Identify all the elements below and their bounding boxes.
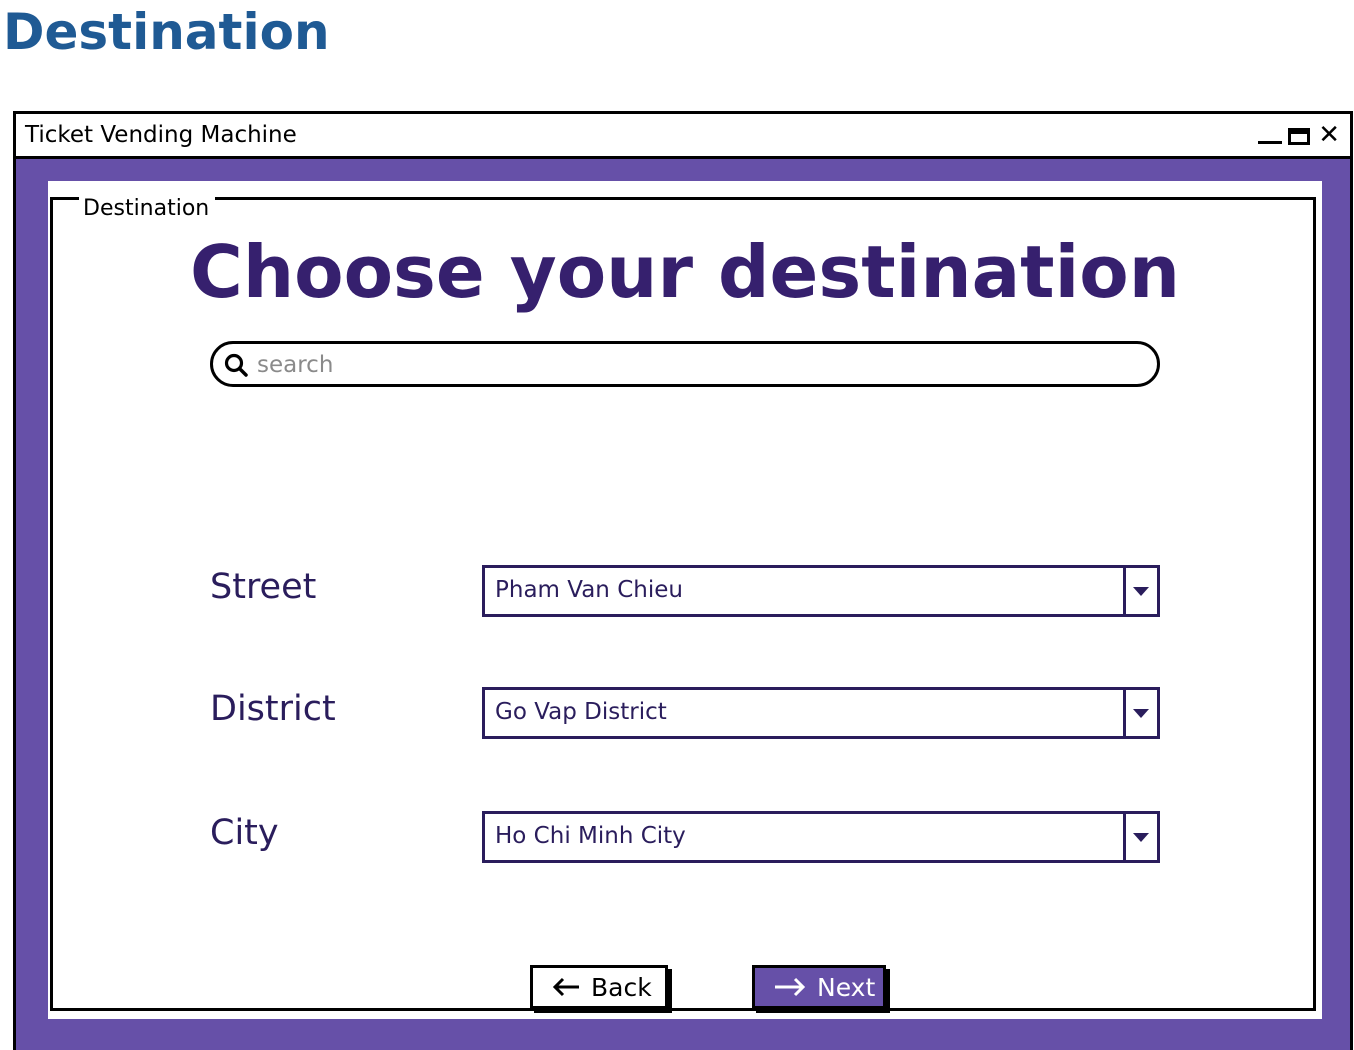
maximize-icon[interactable] (1288, 127, 1311, 145)
arrow-left-icon (552, 977, 579, 997)
next-button[interactable]: Next (752, 965, 886, 1009)
chevron-down-icon[interactable] (1123, 690, 1157, 736)
chevron-down-icon[interactable] (1123, 568, 1157, 614)
destination-panel: Destination Choose your destination Stre… (48, 181, 1322, 1019)
city-select-value: Ho Chi Minh City (495, 823, 686, 849)
district-select[interactable]: Go Vap District (482, 687, 1160, 739)
search-icon (224, 353, 248, 377)
minimize-icon[interactable] (1258, 124, 1283, 146)
city-label: City (210, 813, 279, 853)
arrow-right-icon (775, 977, 806, 997)
chevron-down-icon[interactable] (1123, 814, 1157, 860)
search-input[interactable] (255, 347, 1139, 383)
street-select[interactable]: Pham Van Chieu (482, 565, 1160, 617)
city-select[interactable]: Ho Chi Minh City (482, 811, 1160, 863)
app-window: Ticket Vending Machine ✕ Destination Cho… (13, 111, 1353, 1050)
street-label: Street (210, 567, 317, 607)
close-icon[interactable]: ✕ (1318, 122, 1340, 148)
next-button-label: Next (817, 972, 876, 1002)
window-controls: ✕ (1258, 120, 1340, 150)
page-heading: Destination (3, 3, 330, 61)
search-bar[interactable] (210, 341, 1160, 387)
fieldset-legend: Destination (79, 197, 216, 221)
district-label: District (210, 689, 336, 729)
choose-destination-title: Choose your destination (190, 230, 1180, 314)
window-titlebar: Ticket Vending Machine ✕ (16, 114, 1350, 159)
street-select-value: Pham Van Chieu (495, 577, 683, 603)
back-button-label: Back (591, 972, 652, 1002)
district-select-value: Go Vap District (495, 699, 667, 725)
back-button[interactable]: Back (530, 965, 668, 1009)
window-title: Ticket Vending Machine (25, 122, 297, 148)
